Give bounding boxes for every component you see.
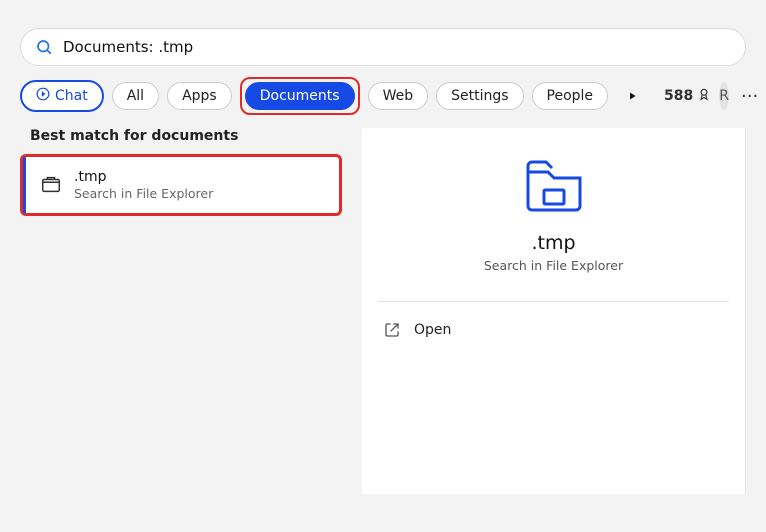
file-explorer-icon	[40, 174, 62, 196]
medal-icon	[697, 87, 711, 105]
result-title: .tmp	[74, 169, 213, 185]
filter-documents[interactable]: Documents	[245, 82, 355, 110]
results-column: Best match for documents .tmp Search in …	[0, 128, 352, 494]
search-bar[interactable]	[20, 28, 746, 66]
filters-row: Chat All Apps Documents Web Settings Peo…	[20, 78, 746, 114]
filter-settings[interactable]: Settings	[436, 82, 523, 110]
preview-subtitle: Search in File Explorer	[376, 258, 731, 273]
result-text: .tmp Search in File Explorer	[74, 169, 213, 201]
search-input[interactable]	[63, 38, 731, 56]
points-count: 588	[664, 88, 693, 104]
content: Best match for documents .tmp Search in …	[0, 128, 766, 494]
filter-documents-highlight: Documents	[240, 77, 360, 115]
filter-web[interactable]: Web	[368, 82, 429, 110]
avatar[interactable]: R	[719, 82, 729, 110]
filter-people[interactable]: People	[532, 82, 609, 110]
divider	[378, 301, 729, 302]
bing-chat-icon	[36, 87, 50, 105]
filter-apps[interactable]: Apps	[167, 82, 232, 110]
result-item[interactable]: .tmp Search in File Explorer	[23, 157, 339, 213]
search-icon	[35, 38, 53, 56]
result-item-highlight: .tmp Search in File Explorer	[20, 154, 342, 216]
open-icon	[384, 322, 400, 338]
preview-title: .tmp	[376, 232, 731, 254]
folder-search-icon	[376, 158, 731, 214]
chat-pill[interactable]: Chat	[20, 80, 104, 112]
best-match-heading: Best match for documents	[30, 128, 352, 144]
preview-panel: .tmp Search in File Explorer Open	[362, 128, 746, 494]
more-icon[interactable]: ···	[737, 86, 762, 107]
rewards-points[interactable]: 588	[664, 87, 711, 105]
open-action[interactable]: Open	[376, 316, 731, 344]
result-subtitle: Search in File Explorer	[74, 186, 213, 201]
filter-all[interactable]: All	[112, 82, 159, 110]
open-label: Open	[414, 322, 451, 338]
more-filters-arrow-icon[interactable]	[616, 81, 648, 112]
chat-label: Chat	[55, 88, 88, 104]
